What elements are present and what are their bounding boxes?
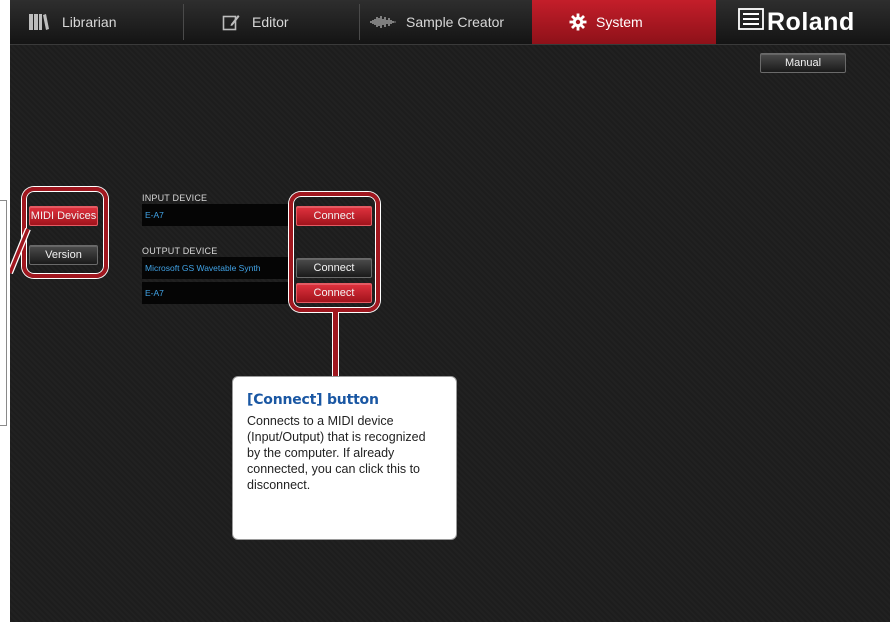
tab-label: Librarian (62, 14, 117, 30)
connect-button-callout: [Connect] button Connects to a MIDI devi… (232, 376, 457, 540)
roland-mark-icon (738, 8, 764, 37)
tab-librarian[interactable]: Librarian (28, 0, 178, 44)
sidebar-connector-line (10, 227, 31, 275)
gear-icon (569, 13, 587, 31)
callout-title: [Connect] button (247, 392, 379, 408)
tab-label: Sample Creator (406, 14, 505, 30)
input-device-item[interactable]: E-A7 (142, 204, 290, 226)
waveform-icon (370, 15, 400, 29)
top-navigation-bar: Librarian Editor Sample Creator System R… (10, 0, 890, 45)
input-device-label: INPUT DEVICE (142, 193, 208, 203)
tab-label: Editor (252, 14, 289, 30)
tab-divider (359, 4, 360, 40)
tab-system[interactable]: System (532, 0, 716, 44)
tab-label: System (596, 14, 643, 30)
output-device-item[interactable]: E-A7 (142, 282, 290, 304)
manual-button[interactable]: Manual (760, 53, 846, 73)
output-device-item[interactable]: Microsoft GS Wavetable Synth (142, 257, 290, 279)
library-icon (28, 13, 50, 31)
callout-body: Connects to a MIDI device (Input/Output)… (247, 414, 426, 492)
logo-text: Roland (767, 8, 855, 36)
output-device-label: OUTPUT DEVICE (142, 246, 218, 256)
highlight-ring-sidebar (22, 187, 108, 278)
adjacent-callout-edge (0, 200, 7, 426)
tab-editor[interactable]: Editor (222, 0, 362, 44)
roland-logo: Roland (738, 8, 855, 37)
app-window: Librarian Editor Sample Creator System R… (10, 0, 890, 622)
tab-sample-creator[interactable]: Sample Creator (370, 0, 530, 44)
edit-icon (222, 13, 240, 31)
tab-divider (183, 4, 184, 40)
highlight-ring-connect (289, 192, 380, 312)
callout-connector-line (332, 312, 339, 376)
